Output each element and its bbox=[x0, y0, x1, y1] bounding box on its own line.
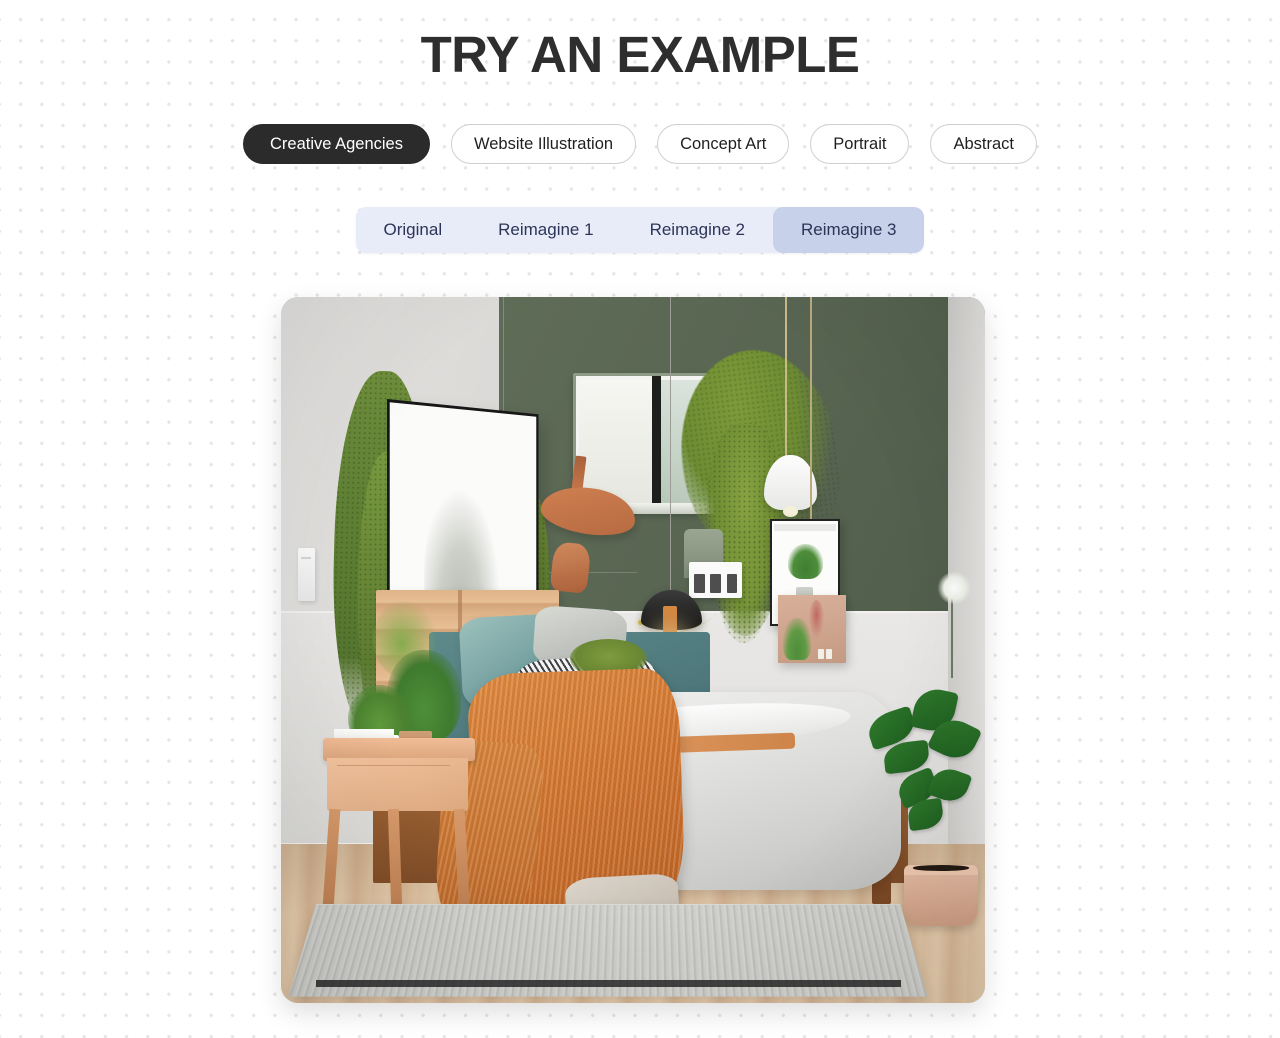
light-switch-detail bbox=[301, 557, 312, 559]
variant-tab-reimagine-1[interactable]: Reimagine 1 bbox=[470, 207, 621, 253]
white-wall-shelf bbox=[689, 561, 743, 599]
category-pill-label: Website Illustration bbox=[473, 134, 614, 153]
variant-tab-label: Original bbox=[383, 220, 443, 239]
category-pill-label: Creative Agencies bbox=[269, 134, 403, 153]
window-mullion bbox=[652, 376, 661, 511]
terracotta-planter bbox=[904, 865, 978, 927]
category-pill-abstract[interactable]: Abstract bbox=[930, 124, 1038, 164]
variant-tab-reimagine-3[interactable]: Reimagine 3 bbox=[773, 207, 925, 253]
print-leaf-art bbox=[788, 543, 823, 579]
botanical-canvas-art bbox=[778, 594, 847, 663]
variant-tab-label: Reimagine 1 bbox=[498, 220, 594, 239]
black-pendant-cord bbox=[669, 297, 672, 594]
variant-tab-label: Reimagine 2 bbox=[649, 220, 746, 239]
variant-segmented-control: Original Reimagine 1 Reimagine 2 Reimagi… bbox=[355, 207, 925, 253]
rug-edge-shadow bbox=[316, 979, 901, 988]
canvas-jar-1 bbox=[817, 649, 824, 659]
nightstand-drawer-line bbox=[337, 765, 450, 767]
category-pill-label: Portrait bbox=[833, 134, 887, 153]
category-pill-label: Abstract bbox=[953, 134, 1015, 153]
planter-soil bbox=[912, 865, 970, 871]
fiddle-leaf-plant bbox=[863, 685, 985, 876]
category-filter-row: Creative Agencies Website Illustration C… bbox=[0, 124, 1280, 164]
category-pill-website-illustration[interactable]: Website Illustration bbox=[450, 124, 637, 164]
canvas-leaf bbox=[783, 617, 811, 660]
category-pill-portrait[interactable]: Portrait bbox=[810, 124, 910, 164]
category-pill-creative-agencies[interactable]: Creative Agencies bbox=[242, 124, 430, 164]
variant-tab-original[interactable]: Original bbox=[356, 207, 471, 253]
canvas-sprig bbox=[809, 600, 825, 639]
variant-tab-reimagine-2[interactable]: Reimagine 2 bbox=[622, 207, 773, 253]
variant-tab-label: Reimagine 3 bbox=[801, 220, 897, 239]
canvas-jar-2 bbox=[825, 649, 832, 659]
page-title: TRY AN EXAMPLE bbox=[420, 26, 860, 83]
category-pill-label: Concept Art bbox=[680, 134, 767, 153]
print-header-band bbox=[774, 523, 837, 532]
bedroom-interior-image bbox=[281, 297, 985, 1003]
preview-image-card[interactable] bbox=[281, 297, 985, 1003]
variant-tabs: Original Reimagine 1 Reimagine 2 Reimagi… bbox=[0, 207, 1280, 253]
category-pill-concept-art[interactable]: Concept Art bbox=[657, 124, 790, 164]
white-pendant-cord bbox=[785, 297, 787, 456]
light-switch bbox=[297, 547, 315, 601]
